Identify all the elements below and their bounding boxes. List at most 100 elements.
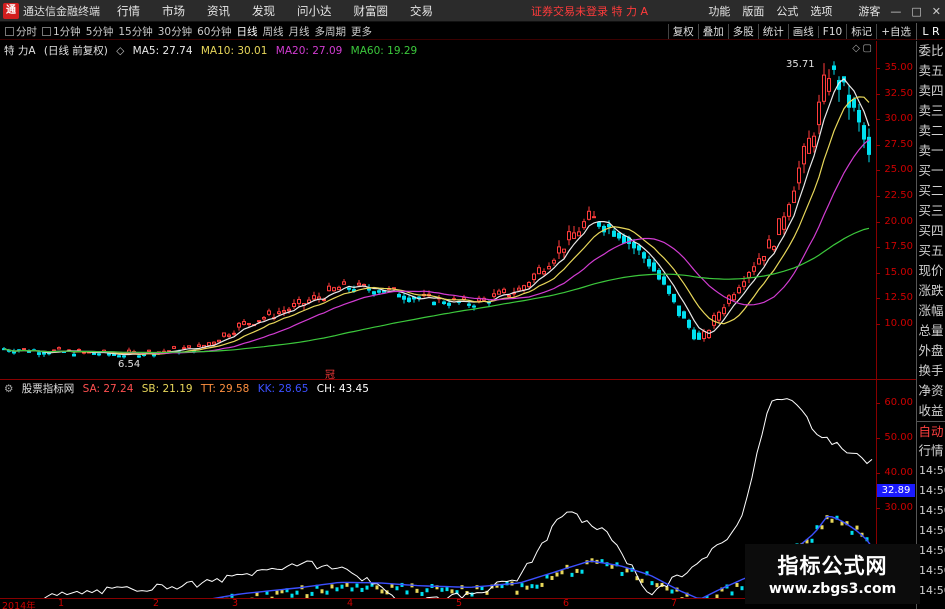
menu-item-news[interactable]: 资讯 [207,3,230,19]
panel-item[interactable]: 买五 [917,241,945,261]
panel-item[interactable]: 买三 [917,201,945,221]
candle-body [342,281,346,285]
period-1min[interactable]: 1分钟 [42,24,81,39]
panel-item[interactable]: 卖四 [917,81,945,101]
period-multi[interactable]: 多周期 [315,24,347,39]
tool-add-watchlist[interactable]: +自选 [876,24,915,39]
panel-auto[interactable]: 自动 [917,421,945,441]
tool-draw[interactable]: 画线 [787,24,818,39]
period-60min[interactable]: 60分钟 [197,24,231,39]
period-15min[interactable]: 15分钟 [118,24,152,39]
candle-body [802,145,806,165]
minimize-button[interactable]: — [890,5,901,18]
indicator-bar [560,570,564,575]
panel-quotes[interactable]: 行情 [917,441,945,461]
indicator-bar [345,582,349,587]
maximize-button[interactable]: □ [911,5,921,18]
tool-overlay[interactable]: 叠加 [697,24,728,39]
menu-item-market[interactable]: 市场 [162,3,185,19]
indicator-bar [610,564,614,569]
candle-body [122,355,126,358]
panel-item[interactable]: 委比 [917,41,945,61]
panel-item[interactable]: 总量 [917,321,945,341]
candle-body [752,266,756,272]
candle-body [262,317,266,320]
panel-item[interactable]: 买四 [917,221,945,241]
panel-item[interactable]: 外盘 [917,341,945,361]
menu-item-ask[interactable]: 问小达 [297,3,332,19]
period-monthly[interactable]: 月线 [289,24,310,39]
watermark-text: 指标公式网 [777,554,888,578]
candle-body [502,288,506,294]
period-5min[interactable]: 5分钟 [86,24,114,39]
price-tick: 15.00 [876,267,913,278]
period-weekly[interactable]: 周线 [263,24,284,39]
tick-time: 14:50 [919,544,945,557]
candle-body [227,334,231,337]
tool-multi-stock[interactable]: 多股 [727,24,758,39]
app-logo-icon: 通 [3,2,19,19]
menu-item-layout[interactable]: 版面 [742,3,764,19]
panel-item[interactable]: 换手 [917,361,945,381]
candle-body [337,286,341,291]
tool-mark[interactable]: 标记 [846,24,876,39]
menu-item-function[interactable]: 功能 [708,3,730,19]
price-tick: 27.50 [876,139,913,150]
candle-body [22,348,26,351]
period-daily[interactable]: 日线 [237,24,258,39]
user-label[interactable]: 游客 [858,3,880,19]
candle-body [632,242,636,249]
panel-item[interactable]: 卖一 [917,141,945,161]
tool-f10[interactable]: F10 [817,25,846,38]
price-tick: 25.00 [876,164,913,175]
settings-diamond-icon[interactable]: ◇ [852,43,860,54]
candle-body [777,218,781,236]
menu-item-wealth[interactable]: 财富圈 [354,3,389,19]
panel-item[interactable]: 买二 [917,181,945,201]
app-name: 通达信金融终端 [23,4,100,18]
panel-item[interactable]: 涨幅 [917,301,945,321]
kline-canvas[interactable] [0,41,876,379]
panel-item[interactable]: 收益 [917,401,945,421]
window-restore-icon[interactable]: ▢ [863,43,872,54]
panel-item[interactable]: 卖五 [917,61,945,81]
menu-item-quotes[interactable]: 行情 [117,3,140,19]
tool-stats[interactable]: 统计 [757,24,788,39]
candle-body [762,255,766,261]
indicator-icon: ⚙ [4,383,14,395]
period-more[interactable]: 更多 [351,24,372,39]
login-warning[interactable]: 证券交易未登录 特 力 A [531,3,648,19]
main-kline-chart[interactable]: 特 力A (日线 前复权) ◇ MA5: 27.74 MA10: 30.01 M… [0,41,876,381]
panel-item[interactable]: 卖二 [917,121,945,141]
menu-item-options[interactable]: 选项 [810,3,832,19]
panel-item[interactable]: 买一 [917,161,945,181]
candle-body [292,303,296,307]
tick-time: 14:50 [919,564,945,577]
candle-body [622,235,626,244]
indicator-name[interactable]: 股票指标网 [22,383,75,395]
candle-body [597,221,601,227]
panel-item[interactable]: 卖三 [917,101,945,121]
indicator-bar [540,582,544,587]
stock-name: 特 力A [4,45,36,57]
period-intraday[interactable]: 分时 [5,24,37,39]
period-30min[interactable]: 30分钟 [158,24,192,39]
menu-item-trade[interactable]: 交易 [410,3,433,19]
indicator-tick: 60.00 [876,397,913,408]
panel-item[interactable]: 涨跌 [917,281,945,301]
menu-item-formula[interactable]: 公式 [776,3,798,19]
panel-item[interactable]: 现价 [917,261,945,281]
ma-square-icon: ◇ [116,45,125,57]
candle-body [667,285,671,294]
panel-tab[interactable]: L R [916,23,945,40]
candle-body [702,331,706,340]
close-button[interactable]: ✕ [932,5,941,18]
indicator-bar [405,590,409,595]
tool-adjust[interactable]: 复权 [667,24,698,39]
candle-body [97,353,101,356]
candle-body [542,270,546,275]
price-tick: 20.00 [876,216,913,227]
menu-item-discover[interactable]: 发现 [252,3,275,19]
indicator-bar [555,572,559,577]
panel-item[interactable]: 净资 [917,381,945,401]
